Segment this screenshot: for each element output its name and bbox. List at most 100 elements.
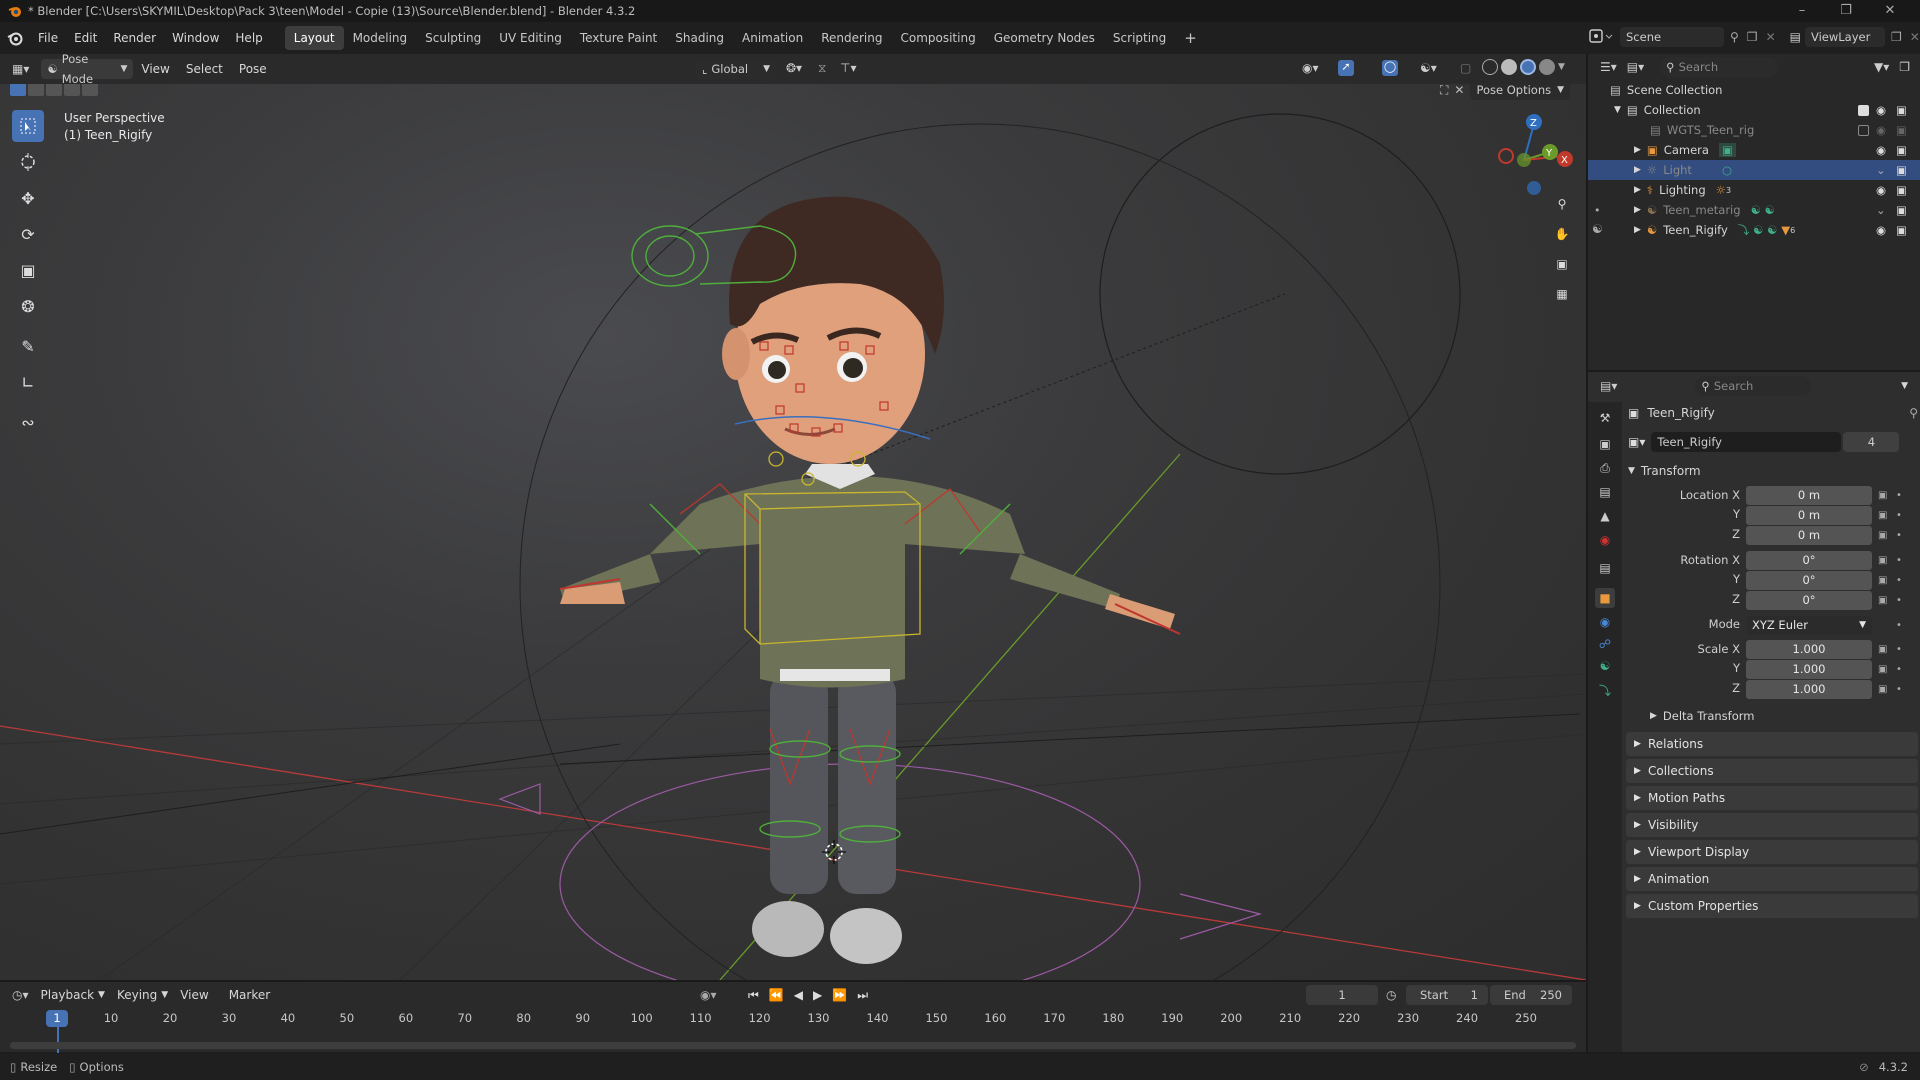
measure-tool[interactable]: ∟ bbox=[12, 366, 44, 398]
custom-properties-panel[interactable]: ▶ Custom Properties bbox=[1626, 894, 1918, 918]
menu-help[interactable]: Help bbox=[227, 22, 270, 54]
world-tab-icon[interactable]: ◉ bbox=[1595, 530, 1615, 550]
cursor-tool[interactable] bbox=[12, 146, 44, 178]
remove-view-layer-icon[interactable]: ✕ bbox=[1910, 30, 1920, 44]
transform-orientation-selector[interactable]: ⌞ Global ▼ bbox=[696, 59, 776, 79]
remove-scene-icon[interactable]: ✕ bbox=[1766, 30, 1776, 44]
rotation-z-field[interactable]: 0° bbox=[1746, 591, 1872, 610]
zoom-button[interactable]: ⚲ bbox=[1548, 190, 1576, 218]
select-invert-icon[interactable] bbox=[64, 84, 80, 96]
user-count-field[interactable]: 4 bbox=[1843, 432, 1900, 452]
keyframe-dot-icon[interactable]: • bbox=[1896, 575, 1906, 587]
3d-viewport[interactable]: ✥ ⟳ ▣ ❂ ✎ ∟ ∾ User Perspective (1) Teen_… bbox=[0, 84, 1586, 980]
properties-editor-icon[interactable]: ▤▾ bbox=[1600, 379, 1617, 393]
maximize-button[interactable]: ❐ bbox=[1824, 0, 1868, 22]
armature-data-icon[interactable]: ☯ ☯ bbox=[1751, 203, 1775, 217]
outliner-search[interactable]: ⚲ Search bbox=[1660, 57, 1779, 77]
location-x-field[interactable]: 0 m bbox=[1746, 486, 1872, 505]
object-tab-icon[interactable]: ■ bbox=[1595, 588, 1615, 608]
close-button[interactable]: ✕ bbox=[1868, 0, 1912, 22]
motion-paths-panel[interactable]: ▶ Motion Paths bbox=[1626, 786, 1918, 810]
camera-render-icon[interactable]: ▣ bbox=[1896, 123, 1907, 137]
lock-icon[interactable]: ▣ bbox=[1878, 575, 1888, 587]
keyframe-dot-icon[interactable]: • bbox=[1896, 684, 1906, 696]
scale-x-field[interactable]: 1.000 bbox=[1746, 640, 1872, 659]
menu-file[interactable]: File bbox=[30, 22, 66, 54]
outliner-item-camera[interactable]: ▶ ▣ Camera ▣ ◉ ▣ bbox=[1588, 140, 1920, 160]
outliner-item-teen-rigify[interactable]: ▶ ☯ Teen_Rigify ⤵ ☯ ☯ ▼ 6 ◉ ▣ bbox=[1588, 220, 1920, 240]
play-reverse-icon[interactable]: ◀ bbox=[794, 988, 803, 1002]
tab-scripting[interactable]: Scripting bbox=[1104, 26, 1175, 50]
overlay-icon[interactable]: ◯ bbox=[1382, 60, 1398, 76]
collections-panel[interactable]: ▶ Collections bbox=[1626, 759, 1918, 783]
lock-icon[interactable]: ▣ bbox=[1878, 490, 1888, 502]
end-frame-field[interactable]: End 250 bbox=[1490, 985, 1572, 1005]
menu-marker[interactable]: Marker bbox=[221, 982, 278, 1008]
filter-icon[interactable]: ▼▾ bbox=[1874, 60, 1889, 74]
location-z-field[interactable]: 0 m bbox=[1746, 526, 1872, 545]
scale-z-field[interactable]: 1.000 bbox=[1746, 680, 1872, 699]
pin-icon[interactable]: ⚲ bbox=[1909, 406, 1918, 420]
keyframe-dot-icon[interactable]: • bbox=[1896, 595, 1906, 607]
checkbox-icon[interactable] bbox=[1858, 124, 1869, 136]
keyframe-dot-icon[interactable]: • bbox=[1896, 555, 1906, 567]
tab-animation[interactable]: Animation bbox=[733, 26, 812, 50]
ortho-toggle-button[interactable]: ▦ bbox=[1548, 280, 1576, 308]
navigation-gizmo[interactable]: Z Y X bbox=[1488, 108, 1578, 198]
auto-keying-icon[interactable]: ◉▾ bbox=[700, 988, 717, 1002]
jump-start-icon[interactable]: ⏮ bbox=[748, 988, 759, 1003]
tab-modeling[interactable]: Modeling bbox=[344, 26, 417, 50]
datablock-type-icon[interactable]: ▣▾ bbox=[1628, 435, 1645, 449]
light-data-icon[interactable]: ○ bbox=[1722, 163, 1732, 177]
keyframe-dot-icon[interactable]: • bbox=[1896, 530, 1906, 542]
armature-data-tab-icon[interactable]: ☯ bbox=[1595, 656, 1615, 676]
menu-pose[interactable]: Pose bbox=[231, 54, 275, 84]
tab-texture-paint[interactable]: Texture Paint bbox=[571, 26, 666, 50]
eye-icon[interactable]: ◉ bbox=[1876, 223, 1886, 237]
play-icon[interactable]: ▶ bbox=[813, 988, 822, 1002]
camera-render-icon[interactable]: ▣ bbox=[1896, 203, 1907, 217]
tab-geometry-nodes[interactable]: Geometry Nodes bbox=[985, 26, 1104, 50]
view-layer-icon[interactable]: ▤ bbox=[1790, 30, 1801, 44]
pivot-point-icon[interactable]: ❂▾ bbox=[786, 61, 802, 75]
select-intersect-icon[interactable] bbox=[82, 84, 98, 96]
properties-search[interactable]: ⚲ Search bbox=[1695, 376, 1812, 396]
keyframe-dot-icon[interactable]: • bbox=[1896, 490, 1906, 502]
clear-icon[interactable]: ✕ bbox=[1454, 84, 1464, 97]
annotate-tool[interactable]: ✎ bbox=[12, 330, 44, 362]
eye-icon[interactable]: ◉ bbox=[1876, 103, 1886, 117]
menu-window[interactable]: Window bbox=[164, 22, 227, 54]
rotate-tool[interactable]: ⟳ bbox=[12, 218, 44, 250]
chevron-down-icon[interactable]: ▼ bbox=[1558, 59, 1565, 75]
snap-icon[interactable]: ⧖ bbox=[818, 61, 826, 76]
collection-row[interactable]: ▼ ▤ Collection ◉ ▣ bbox=[1588, 100, 1920, 120]
lock-icon[interactable]: ▣ bbox=[1878, 664, 1888, 676]
keyframe-dot-icon[interactable]: • bbox=[1896, 644, 1906, 656]
playhead[interactable]: 1 bbox=[46, 1010, 68, 1027]
snap-target-icon[interactable]: ⊤▾ bbox=[840, 61, 856, 75]
tab-uv-editing[interactable]: UV Editing bbox=[490, 26, 571, 50]
tab-compositing[interactable]: Compositing bbox=[891, 26, 984, 50]
new-scene-icon[interactable]: ❐ bbox=[1747, 30, 1758, 44]
outliner-item-lighting[interactable]: ▶ ⚕ Lighting ☼ 3 ◉ ▣ bbox=[1588, 180, 1920, 200]
menu-playback[interactable]: Playback bbox=[33, 982, 103, 1008]
output-tab-icon[interactable]: ⎙ bbox=[1595, 458, 1615, 478]
rotation-y-field[interactable]: 0° bbox=[1746, 571, 1872, 590]
eye-icon[interactable]: ◉ bbox=[1876, 123, 1886, 137]
select-subtract-icon[interactable] bbox=[46, 84, 62, 96]
next-keyframe-icon[interactable]: ⏩ bbox=[832, 988, 847, 1002]
scene-tab-icon[interactable]: ▲ bbox=[1595, 506, 1615, 526]
fullscreen-icon[interactable]: ⛶ bbox=[1440, 84, 1448, 98]
menu-view[interactable]: View bbox=[133, 54, 177, 84]
blender-menu-icon[interactable] bbox=[0, 30, 30, 46]
camera-render-icon[interactable]: ▣ bbox=[1896, 143, 1907, 157]
frame-ruler[interactable]: 1 10 20 30 40 50 60 70 80 90 100 110 120 130 140 150 16… bbox=[0, 1010, 1586, 1053]
move-tool[interactable]: ✥ bbox=[12, 182, 44, 214]
physics-tab-icon[interactable]: ◉ bbox=[1595, 612, 1615, 632]
current-frame-field[interactable]: 1 bbox=[1306, 985, 1378, 1005]
tab-rendering[interactable]: Rendering bbox=[812, 26, 891, 50]
tool-tab-icon[interactable]: ⚒ bbox=[1595, 408, 1615, 428]
mode-selector[interactable]: ☯ Pose Mode ▼ bbox=[41, 52, 134, 86]
transform-tool[interactable]: ❂ bbox=[12, 290, 44, 322]
scale-y-field[interactable]: 1.000 bbox=[1746, 660, 1872, 679]
